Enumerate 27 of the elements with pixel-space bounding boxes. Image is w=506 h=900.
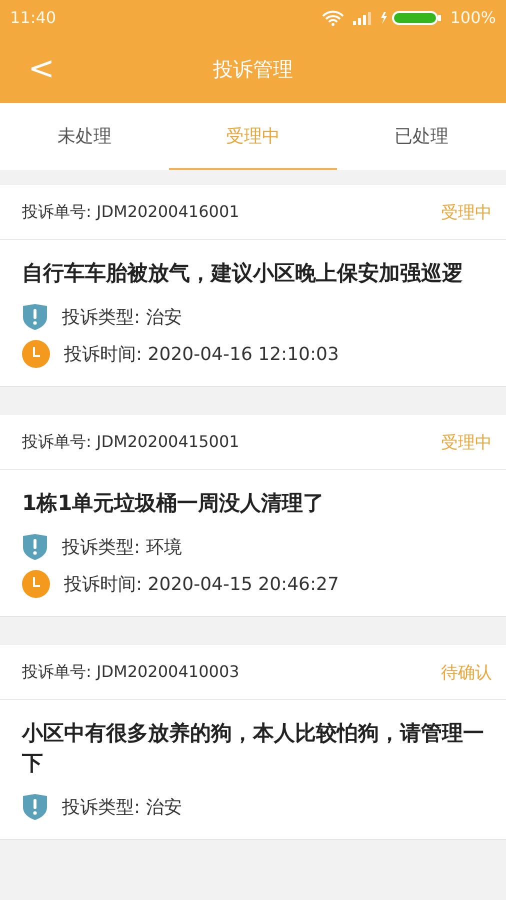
complaint-time: 投诉时间: 2020-04-16 12:10:03 <box>64 342 339 366</box>
complaint-title: 1栋1单元垃圾桶一周没人清理了 <box>22 490 326 517</box>
signal-icon <box>352 10 372 24</box>
wifi-icon <box>322 10 344 26</box>
clock-icon <box>22 340 50 368</box>
status-label: 受理中 <box>441 202 492 224</box>
shield-icon <box>22 792 48 820</box>
complaint-type: 投诉类型: 治安 <box>62 796 182 818</box>
complaint-title: 自行车车胎被放气，建议小区晚上保安加强巡逻 <box>22 260 464 287</box>
tab[interactable]: 未处理 <box>0 103 169 170</box>
complaint-time: 投诉时间: 2020-04-15 20:46:27 <box>64 572 339 596</box>
page-title: 投诉管理 <box>213 56 293 82</box>
complaint-number: 投诉单号: JDM20200416001 <box>22 202 240 222</box>
battery-percent: 100% <box>450 8 496 27</box>
complaint-type: 投诉类型: 环境 <box>62 536 182 558</box>
complaint-number: 投诉单号: JDM20200410003 <box>22 662 240 682</box>
complaint-title: 小区中有很多放养的狗，本人比较怕狗，请管理一下 <box>22 720 484 777</box>
tab[interactable]: 已处理 <box>337 103 506 170</box>
status-label: 受理中 <box>441 432 492 454</box>
battery-icon <box>380 10 442 26</box>
status-label: 待确认 <box>441 662 492 684</box>
complaint-number: 投诉单号: JDM20200415001 <box>22 432 240 452</box>
clock-time: 11:40 <box>10 8 56 27</box>
shield-icon <box>22 532 48 560</box>
shield-icon <box>22 302 48 330</box>
clock-icon <box>22 570 50 598</box>
complaint-type: 投诉类型: 治安 <box>62 306 182 328</box>
